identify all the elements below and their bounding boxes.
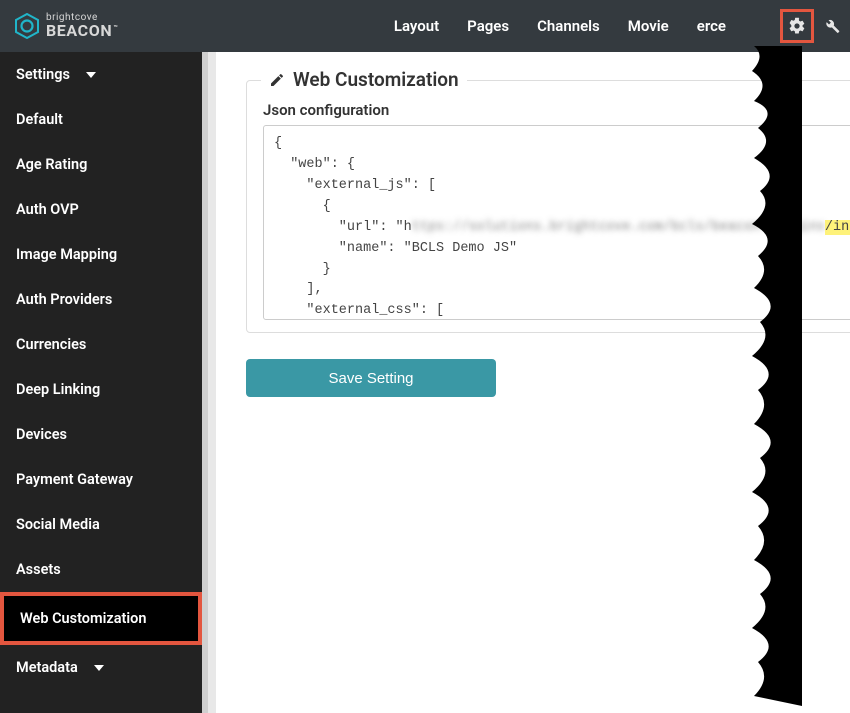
nav-erce[interactable]: erce: [697, 17, 726, 35]
sidebar-active-highlight: Web Customization: [0, 592, 202, 645]
panel-title: Web Customization: [261, 68, 467, 91]
caret-down-icon: [94, 665, 104, 671]
wrench-icon[interactable]: [824, 18, 840, 34]
pencil-icon: [269, 72, 285, 88]
settings-gear-highlight: [780, 9, 814, 43]
json-config-label: Json configuration: [263, 101, 850, 119]
sidebar-item-assets[interactable]: Assets: [0, 547, 202, 592]
save-setting-button[interactable]: Save Setting: [246, 359, 496, 397]
sidebar-header-settings[interactable]: Settings: [0, 52, 202, 97]
sidebar: Settings Default Age Rating Auth OVP Ima…: [0, 52, 202, 713]
sidebar-item-devices[interactable]: Devices: [0, 412, 202, 457]
brand-logo-icon: [14, 13, 40, 39]
content-area: Web Customization Json configuration { "…: [216, 52, 850, 713]
sidebar-footer-metadata[interactable]: Metadata: [0, 645, 202, 690]
sidebar-item-auth-ovp[interactable]: Auth OVP: [0, 187, 202, 232]
sidebar-item-image-mapping[interactable]: Image Mapping: [0, 232, 202, 277]
nav-layout[interactable]: Layout: [394, 17, 439, 35]
nav-movie[interactable]: Movie: [628, 17, 669, 35]
caret-down-icon: [86, 72, 96, 78]
gear-icon[interactable]: [788, 17, 806, 35]
scroll-gutter: [202, 52, 216, 713]
sidebar-item-default[interactable]: Default: [0, 97, 202, 142]
nav-channels[interactable]: Channels: [537, 17, 600, 35]
top-nav: brightcove BEACON™ Layout Pages Channels…: [0, 0, 850, 52]
sidebar-item-currencies[interactable]: Currencies: [0, 322, 202, 367]
nav-items: Layout Pages Channels Movie erce: [394, 9, 840, 43]
json-config-textarea[interactable]: { "web": { "external_js": [ { "url": "ht…: [263, 125, 850, 320]
sidebar-item-auth-providers[interactable]: Auth Providers: [0, 277, 202, 322]
sidebar-item-payment-gateway[interactable]: Payment Gateway: [0, 457, 202, 502]
nav-pages[interactable]: Pages: [467, 17, 509, 35]
brand: brightcove BEACON™: [14, 13, 118, 39]
sidebar-item-deep-linking[interactable]: Deep Linking: [0, 367, 202, 412]
brand-bottom-text: BEACON™: [46, 23, 118, 39]
sidebar-item-social-media[interactable]: Social Media: [0, 502, 202, 547]
web-customization-panel: Web Customization Json configuration { "…: [246, 80, 850, 333]
sidebar-item-age-rating[interactable]: Age Rating: [0, 142, 202, 187]
sidebar-item-web-customization[interactable]: Web Customization: [4, 596, 198, 641]
